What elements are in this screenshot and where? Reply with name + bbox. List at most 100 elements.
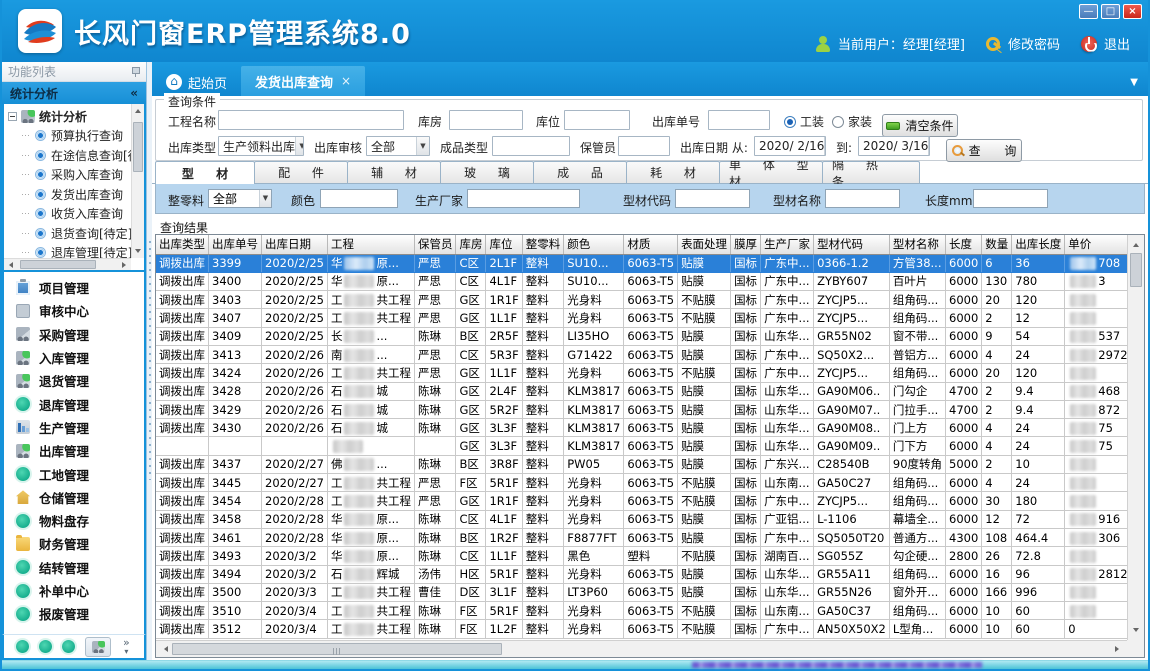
stats-group-header[interactable]: 统计分析 « [2, 82, 146, 104]
column-header[interactable]: 整零料 [522, 235, 564, 254]
minimize-button[interactable]: — [1079, 4, 1098, 19]
scroll-up-icon[interactable] [1133, 240, 1139, 247]
sidebar-menu-item[interactable]: 项目管理 [4, 276, 144, 299]
close-button[interactable]: × [1123, 4, 1142, 19]
column-header[interactable]: 膜厚 [731, 235, 761, 254]
column-header[interactable]: 出库类型 [156, 235, 209, 254]
sidebar-menu-item[interactable]: 工地管理 [4, 462, 144, 485]
tree-item[interactable]: 采购入库查询 [4, 165, 131, 185]
change-password-link[interactable]: 修改密码 [1008, 34, 1060, 53]
material-tab[interactable]: 型 材 [155, 161, 255, 184]
scroll-right-icon[interactable] [122, 262, 129, 268]
tree-hscroll-thumb[interactable] [20, 260, 96, 269]
table-row[interactable]: 调拨出库34612020/2/28华原...陈琳B区1R2F整料F8877FT6… [156, 528, 1127, 546]
column-header[interactable]: 生产厂家 [761, 235, 814, 254]
sidebar-menu-item[interactable]: 结转管理 [4, 556, 144, 579]
sidebar-menu-item[interactable]: 采购管理 [4, 323, 144, 346]
filter-input[interactable] [973, 189, 1048, 208]
radio-gongzhuang[interactable]: 工装 [784, 113, 824, 130]
product-type-input[interactable] [492, 136, 570, 156]
column-header[interactable]: 型材名称 [889, 235, 945, 254]
toolbar-overflow-chevron[interactable]: »▾ [123, 638, 130, 656]
toolbar-cart-button[interactable] [85, 637, 111, 657]
material-tab[interactable]: 隔 热 条 [822, 161, 920, 183]
filter-input[interactable] [467, 189, 580, 208]
table-horizontal-scrollbar[interactable] [156, 640, 1127, 657]
project-name-input[interactable] [218, 110, 404, 130]
table-row[interactable]: 调拨出库34292020/2/26石城陈琳G区5R2F整料KLM38176063… [156, 400, 1127, 418]
filter-input[interactable] [825, 189, 900, 208]
tree-expander-icon[interactable] [8, 112, 17, 121]
sidebar-menu-item[interactable]: 物料盘存 [4, 509, 144, 532]
sidebar-menu-item[interactable]: 生产管理 [4, 416, 144, 439]
table-vertical-scrollbar[interactable] [1127, 235, 1144, 640]
table-row[interactable]: 调拨出库34302020/2/26石城陈琳G区3L3F整料KLM38176063… [156, 419, 1127, 437]
table-row[interactable]: 调拨出库34072020/2/25工共工程严思G区1L1F整料光身料6063-T… [156, 309, 1127, 327]
scroll-down-icon[interactable] [1133, 628, 1139, 635]
table-row[interactable]: 调拨出库34942020/3/2石辉城汤伟H区5R1F整料光身料6063-T5贴… [156, 565, 1127, 583]
scroll-down-icon[interactable] [135, 249, 141, 256]
table-row[interactable]: G区3L3F整料KLM38176063-T5贴膜国标山东华...GA90M09.… [156, 437, 1127, 455]
table-row[interactable]: 调拨出库34582020/2/28华原...陈琳C区4L1F整料光身料6063-… [156, 510, 1127, 528]
column-header[interactable]: 单价 [1065, 235, 1127, 254]
table-vscroll-thumb[interactable] [1130, 253, 1142, 287]
table-row[interactable]: 调拨出库33992020/2/25华原...严思C区2L1F整料SU10...6… [156, 254, 1127, 272]
column-header[interactable]: 颜色 [564, 235, 624, 254]
tree-horizontal-scrollbar[interactable] [4, 258, 131, 270]
location-input[interactable] [564, 110, 630, 130]
table-row[interactable]: 调拨出库34542020/2/28工共工程严思G区1R1F整料光身料6063-T… [156, 492, 1127, 510]
table-row[interactable]: 调拨出库34242020/2/26工共工程严思G区1L1F整料光身料6063-T… [156, 364, 1127, 382]
table-row[interactable]: 调拨出库35122020/3/4工共工程陈琳F区1L2F整料光身料6063-T5… [156, 620, 1127, 638]
keeper-input[interactable] [618, 136, 670, 156]
logout-button[interactable]: 退出 [1104, 34, 1130, 53]
column-header[interactable]: 库房 [456, 235, 486, 254]
column-header[interactable]: 长度 [946, 235, 982, 254]
maximize-button[interactable]: □ [1101, 4, 1120, 19]
column-header[interactable]: 出库单号 [209, 235, 262, 254]
material-tab[interactable]: 成 品 [533, 161, 627, 183]
table-row[interactable]: 调拨出库34932020/3/2华原...陈琳C区1L1F整料黑色塑料不贴膜国标… [156, 547, 1127, 565]
audit-select[interactable]: 全部▼ [366, 136, 430, 156]
collapse-icon[interactable]: « [130, 86, 138, 100]
material-tab[interactable]: 配 件 [254, 161, 348, 183]
table-row[interactable]: 调拨出库35002020/3/3工共工程曹佳D区3L1F整料LT3P606063… [156, 583, 1127, 601]
column-header[interactable]: 库位 [486, 235, 522, 254]
column-header[interactable]: 工程 [327, 235, 414, 254]
column-header[interactable]: 型材代码 [814, 235, 890, 254]
scroll-up-icon[interactable] [135, 106, 141, 113]
sidebar-menu-item[interactable]: 退货管理 [4, 369, 144, 392]
column-header[interactable]: 保管员 [414, 235, 456, 254]
tree-vscroll-thumb[interactable] [133, 122, 143, 172]
tab-list-caret-icon[interactable]: ▼ [1130, 77, 1138, 88]
date-from-picker[interactable]: 2020/ 2/16▼ [754, 136, 826, 156]
tree-item[interactable]: 收货入库查询 [4, 204, 131, 224]
filter-input[interactable] [320, 189, 398, 208]
tree-item[interactable]: 发货出库查询 [4, 185, 131, 205]
tab-home[interactable]: ⌂ 起始页 [152, 68, 241, 96]
material-tab[interactable]: 辅 材 [347, 161, 441, 183]
sidebar-menu-item[interactable]: 入库管理 [4, 346, 144, 369]
sidebar-menu-item[interactable]: 补单中心 [4, 579, 144, 602]
table-row[interactable]: 调拨出库34132020/2/26南...严思C区5R3F整料G71422606… [156, 345, 1127, 363]
sidebar-menu-item[interactable]: 退库管理 [4, 392, 144, 415]
toolbar-dot-icon-3[interactable] [62, 640, 75, 653]
sidebar-menu-item[interactable]: 报废管理 [4, 602, 144, 625]
material-tab[interactable]: 单 体 型 材 [719, 161, 823, 183]
pin-icon[interactable] [131, 66, 140, 77]
out-type-select[interactable]: 生产领料出库▼ [218, 136, 304, 156]
table-row[interactable]: 调拨出库35102020/3/4工共工程陈琳F区5R1F整料光身料6063-T5… [156, 602, 1127, 620]
sidebar-menu-item[interactable]: 出库管理 [4, 439, 144, 462]
tab-close-icon[interactable]: × [341, 74, 351, 88]
table-hscroll-thumb[interactable] [172, 643, 502, 655]
tree-vertical-scrollbar[interactable] [131, 104, 144, 258]
tree-item[interactable]: 在途信息查询[待 [4, 146, 131, 166]
column-header[interactable]: 材质 [624, 235, 678, 254]
table-row[interactable]: 调拨出库34372020/2/27佛...陈琳B区3R8F整料PW056063-… [156, 455, 1127, 473]
table-row[interactable]: 调拨出库34092020/2/25长...陈琳B区2R5F整料LI35HO606… [156, 327, 1127, 345]
scroll-left-icon[interactable] [6, 262, 13, 268]
search-button[interactable]: 查 询 [946, 139, 1022, 162]
sidebar-menu-item[interactable]: 仓储管理 [4, 486, 144, 509]
toolbar-dot-icon-1[interactable] [16, 640, 29, 653]
radio-jiazhuang[interactable]: 家装 [832, 113, 872, 130]
table-row[interactable]: 调拨出库34452020/2/27工共工程严思F区5R1F整料光身料6063-T… [156, 474, 1127, 492]
